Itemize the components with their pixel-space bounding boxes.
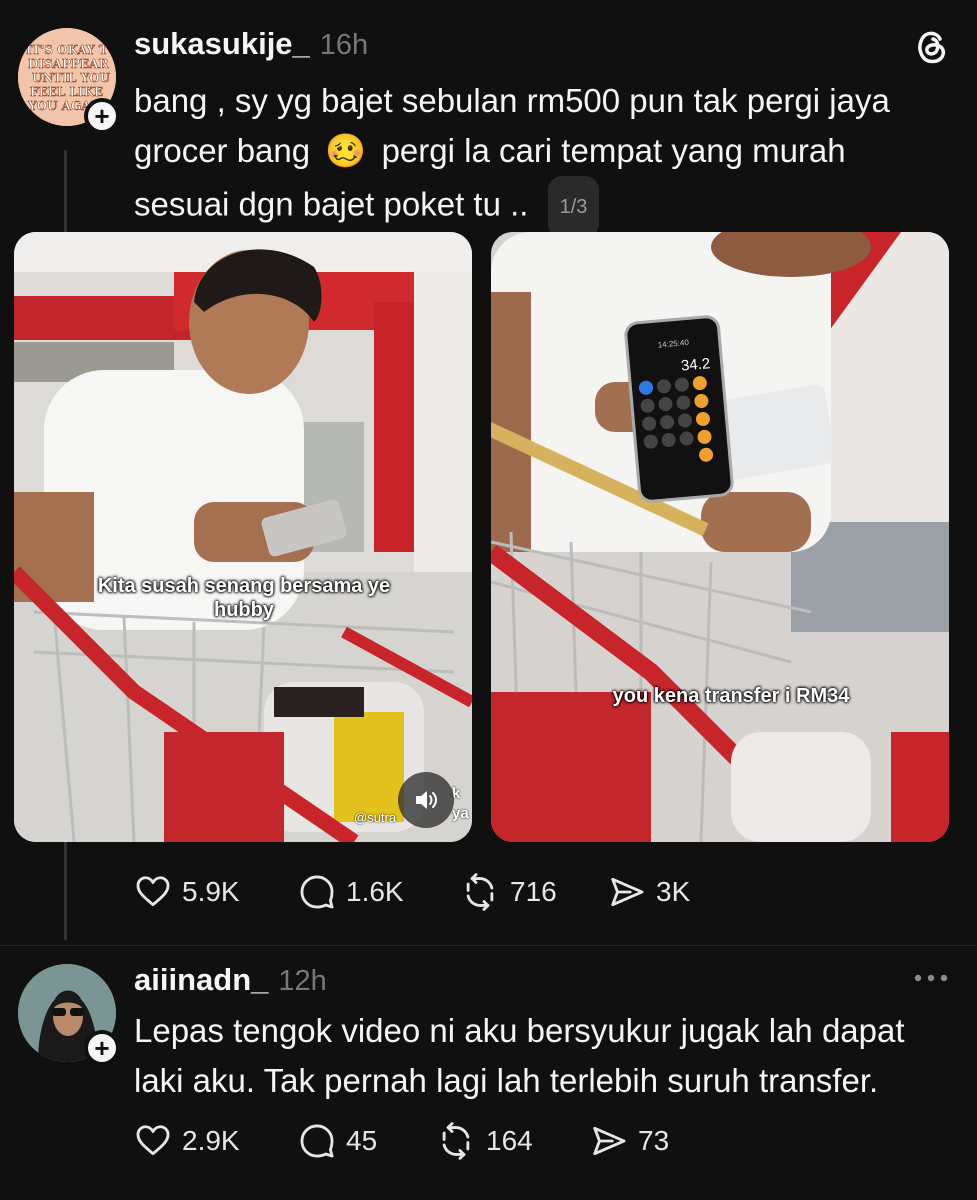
like-count: 5.9K — [182, 876, 240, 907]
heart-icon — [136, 876, 170, 907]
share-button[interactable]: 73 — [590, 1122, 669, 1160]
share-button[interactable]: 3K — [608, 873, 690, 911]
comment-button[interactable]: 1.6K — [298, 873, 460, 911]
send-icon — [593, 1126, 626, 1156]
post-text-part: sesuai dgn bajet poket tu .. — [134, 185, 529, 223]
like-button[interactable]: 2.9K — [134, 1122, 298, 1160]
video-thumbnail-2[interactable]: 14:25:40 34.2 you kena transfer i RM34 — [491, 232, 949, 842]
reply-header: aiiinadn_ 12h — [134, 962, 327, 998]
post-text-line: grocer bang 🥴 pergi la cari tempat yang … — [134, 126, 954, 176]
follow-plus-button[interactable]: + — [84, 1030, 120, 1066]
reply-username[interactable]: aiiinadn_ — [134, 962, 268, 998]
page-indicator: 1/3 — [547, 176, 600, 238]
heart-icon — [136, 1125, 170, 1156]
speaker-icon — [416, 791, 437, 809]
like-count: 2.9K — [182, 1125, 240, 1156]
repost-count: 164 — [486, 1125, 533, 1156]
more-icon — [914, 974, 948, 982]
post-actions: 5.9K 1.6K 716 3K — [134, 873, 690, 911]
timestamp: 16h — [319, 29, 369, 61]
video-thumbnail-1[interactable]: Kita susah senang bersama ye hubby @sutr… — [14, 232, 472, 842]
post-text-part: grocer bang — [134, 132, 311, 169]
send-icon — [611, 877, 644, 907]
calculator-keypad-icon — [639, 376, 714, 462]
post-text-line: bang , sy yg bajet sebulan rm500 pun tak… — [134, 82, 890, 119]
threads-logo-icon[interactable] — [914, 26, 950, 71]
watermark-right: k ya — [452, 785, 469, 822]
repost-button[interactable]: 716 — [460, 873, 608, 911]
comment-count: 45 — [346, 1125, 378, 1156]
phone-calculator: 14:25:40 34.2 — [623, 314, 735, 504]
comment-icon — [300, 875, 334, 909]
svg-text:IT'S OKAY TO: IT'S OKAY TO — [26, 43, 116, 57]
comment-button[interactable]: 45 — [298, 1122, 436, 1160]
mute-toggle-button[interactable] — [398, 772, 454, 828]
share-count: 73 — [638, 1125, 670, 1156]
supermarket-photo-2 — [491, 232, 949, 842]
svg-text:DISAPPEAR: DISAPPEAR — [28, 57, 110, 71]
divider — [0, 945, 977, 946]
reply-text: Lepas tengok video ni aku bersyukur juga… — [134, 1006, 964, 1106]
video-caption: you kena transfer i RM34 — [612, 685, 850, 707]
post-text: bang , sy yg bajet sebulan rm500 pun tak… — [134, 76, 954, 238]
repost-count: 716 — [510, 876, 557, 907]
calculator-time: 14:25:40 — [657, 337, 690, 350]
reply-text-line: Lepas tengok video ni aku bersyukur juga… — [134, 1012, 905, 1049]
post-text-part: pergi la cari tempat yang murah — [381, 132, 846, 169]
reply-actions: 2.9K 45 164 73 — [134, 1122, 669, 1160]
video-caption: Kita susah senang bersama ye hubby — [97, 575, 391, 621]
post-header: sukasukije_ 16h — [134, 26, 368, 62]
reply-text-line: laki aku. Tak pernah lagi lah terlebih s… — [134, 1062, 879, 1099]
repost-icon — [466, 873, 494, 911]
repost-icon — [442, 1122, 470, 1160]
watermark: @sutra — [354, 810, 397, 825]
comment-count: 1.6K — [346, 876, 404, 907]
more-options-button[interactable] — [912, 968, 950, 993]
like-button[interactable]: 5.9K — [134, 873, 298, 911]
svg-text:UNTIL YOU: UNTIL YOU — [32, 71, 111, 85]
post-text-line: sesuai dgn bajet poket tu .. 1/3 — [134, 176, 954, 238]
woozy-emoji-icon: 🥴 — [325, 132, 367, 169]
supermarket-photo-1 — [14, 232, 472, 842]
svg-text:FEEL LIKE: FEEL LIKE — [30, 85, 103, 99]
repost-button[interactable]: 164 — [436, 1122, 590, 1160]
reply-timestamp: 12h — [278, 965, 327, 997]
comment-icon — [300, 1124, 334, 1158]
follow-plus-button[interactable]: + — [84, 98, 120, 134]
username[interactable]: sukasukije_ — [134, 26, 310, 62]
share-count: 3K — [656, 876, 691, 907]
